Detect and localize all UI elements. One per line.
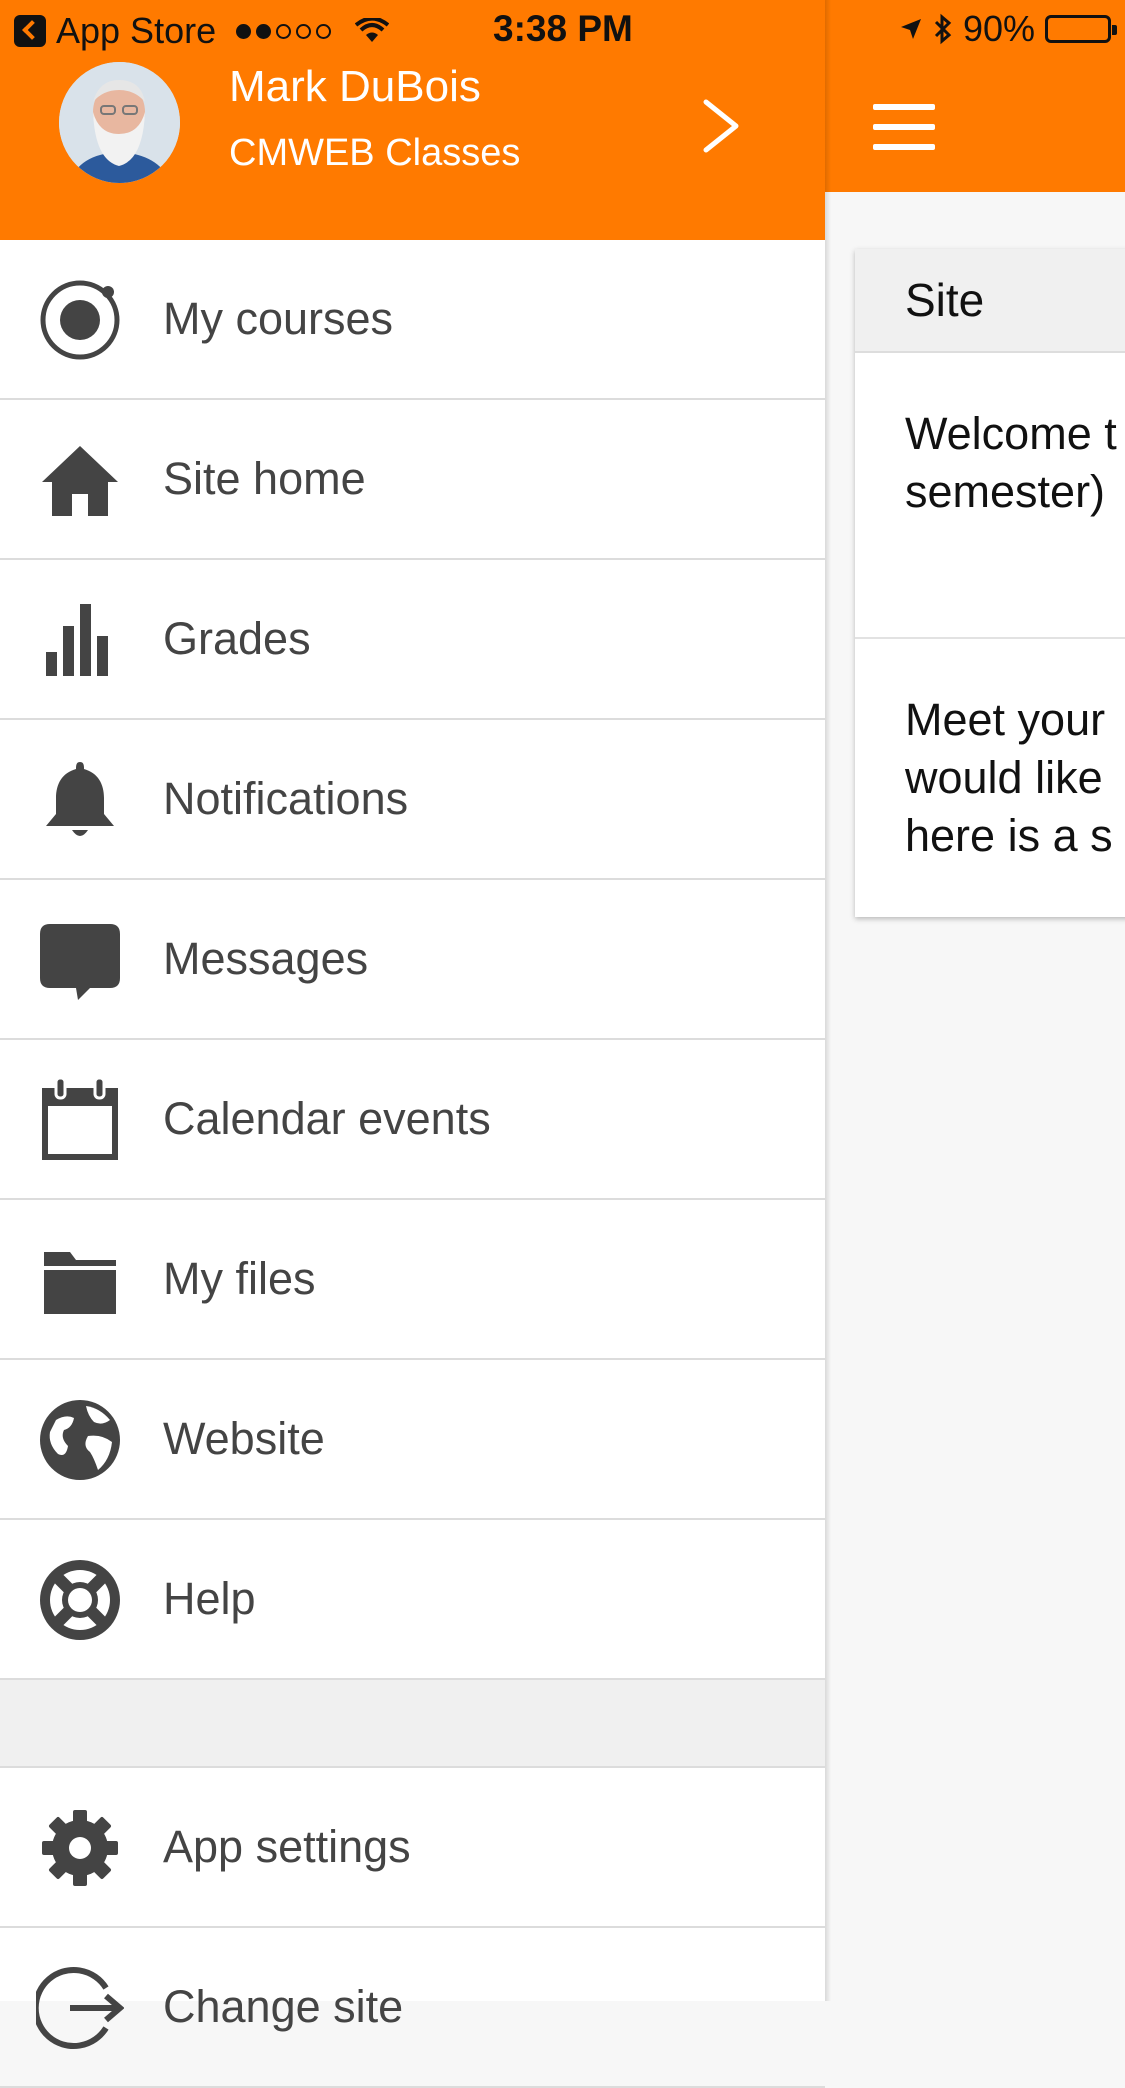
bluetooth-icon bbox=[934, 13, 952, 45]
chat-bubble-icon bbox=[36, 916, 124, 1004]
main-menu: My courses Site home Grades Notification… bbox=[0, 240, 825, 2088]
cell-signal-icon bbox=[236, 23, 332, 39]
menu-item-messages[interactable]: Messages bbox=[0, 880, 825, 1040]
menu-item-label: My courses bbox=[163, 293, 394, 344]
menu-item-label: Help bbox=[163, 1573, 256, 1624]
chevron-right-icon[interactable] bbox=[700, 96, 744, 156]
bell-icon bbox=[36, 756, 124, 844]
menu-item-my-courses[interactable]: My courses bbox=[0, 240, 825, 400]
card-text-line: here is a s bbox=[905, 810, 1113, 861]
bar-chart-icon bbox=[36, 596, 124, 684]
home-icon bbox=[36, 436, 124, 524]
menu-item-label: Messages bbox=[163, 933, 369, 984]
folder-icon bbox=[36, 1236, 124, 1324]
back-app-label[interactable]: App Store bbox=[56, 10, 216, 52]
drawer-shadow bbox=[825, 0, 831, 2001]
back-arrow-icon[interactable] bbox=[14, 15, 46, 47]
menu-item-label: Notifications bbox=[163, 773, 409, 824]
menu-item-change-site[interactable]: Change site bbox=[0, 1928, 825, 2088]
user-name: Mark DuBois bbox=[229, 62, 481, 111]
menu-item-help[interactable]: Help bbox=[0, 1520, 825, 1680]
status-bar: App Store 3:38 PM 90% bbox=[0, 0, 1125, 60]
menu-item-label: Site home bbox=[163, 453, 366, 504]
menu-item-label: My files bbox=[163, 1253, 316, 1304]
calendar-icon bbox=[36, 1076, 124, 1164]
card-text-line: semester) bbox=[905, 466, 1106, 517]
card-section-meet: Meet your would like here is a s bbox=[855, 639, 1125, 915]
card-section-welcome: Welcome t semester) bbox=[855, 353, 1125, 639]
target-icon bbox=[36, 276, 124, 364]
menu-item-label: App settings bbox=[163, 1821, 411, 1872]
globe-icon bbox=[36, 1396, 124, 1484]
site-card: Site Welcome t semester) Meet your would… bbox=[855, 249, 1125, 917]
menu-separator bbox=[0, 1680, 825, 1768]
card-text-line: Welcome t bbox=[905, 408, 1117, 459]
wifi-icon bbox=[355, 18, 390, 42]
avatar[interactable] bbox=[59, 62, 180, 183]
card-text-line: Meet your bbox=[905, 694, 1106, 745]
menu-item-notifications[interactable]: Notifications bbox=[0, 720, 825, 880]
menu-item-website[interactable]: Website bbox=[0, 1360, 825, 1520]
menu-item-app-settings[interactable]: App settings bbox=[0, 1768, 825, 1928]
menu-item-grades[interactable]: Grades bbox=[0, 560, 825, 720]
menu-hamburger-icon[interactable] bbox=[873, 104, 935, 164]
menu-item-label: Calendar events bbox=[163, 1093, 491, 1144]
menu-item-calendar-events[interactable]: Calendar events bbox=[0, 1040, 825, 1200]
menu-item-label: Change site bbox=[163, 1981, 404, 2032]
menu-item-label: Website bbox=[163, 1413, 325, 1464]
battery-icon bbox=[1045, 15, 1117, 43]
status-time: 3:38 PM bbox=[493, 8, 633, 49]
menu-item-my-files[interactable]: My files bbox=[0, 1200, 825, 1360]
card-text-line: would like bbox=[905, 752, 1103, 803]
site-name: CMWEB Classes bbox=[229, 132, 521, 174]
location-arrow-icon bbox=[900, 19, 921, 39]
menu-item-site-home[interactable]: Site home bbox=[0, 400, 825, 560]
lifebuoy-icon bbox=[36, 1556, 124, 1644]
battery-percent: 90% bbox=[962, 8, 1035, 49]
side-menu-drawer: Mark DuBois CMWEB Classes My courses Sit… bbox=[0, 0, 825, 2088]
card-title: Site bbox=[855, 249, 1125, 353]
menu-item-label: Grades bbox=[163, 613, 311, 664]
logout-icon bbox=[36, 1964, 124, 2052]
gear-icon bbox=[36, 1804, 124, 1892]
